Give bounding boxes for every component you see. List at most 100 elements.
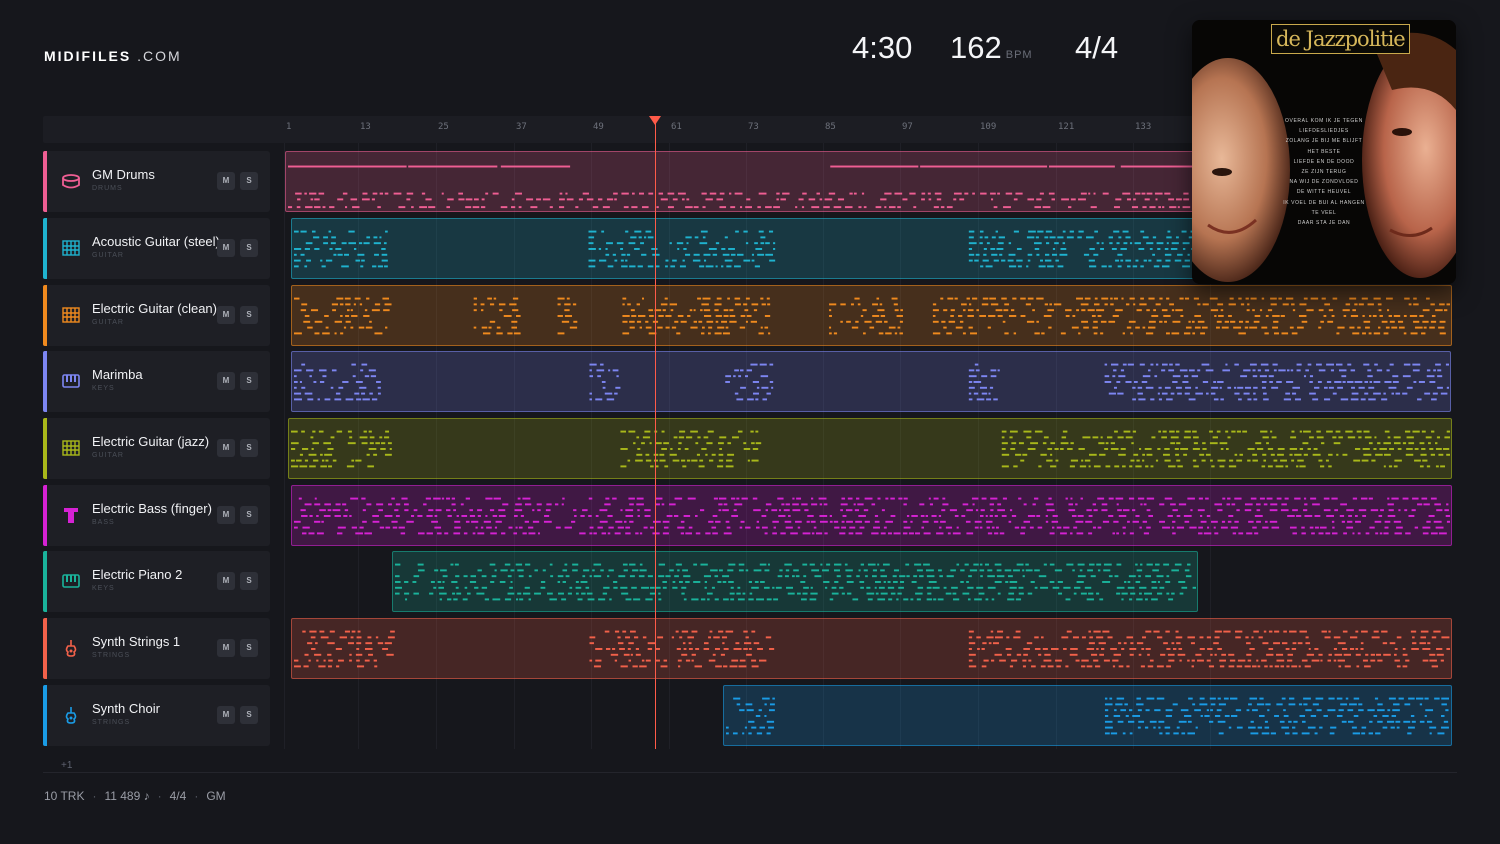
- track-category: DRUMS: [92, 185, 123, 192]
- midi-clip[interactable]: [291, 618, 1452, 679]
- mute-button[interactable]: M: [217, 439, 235, 457]
- track-category: GUITAR: [92, 252, 124, 259]
- add-track-button[interactable]: +1: [61, 760, 72, 771]
- track-category: GUITAR: [92, 452, 124, 459]
- status-footer: 10 TRK · 11 489 ♪ · 4/4 · GM: [44, 789, 226, 803]
- ruler-tick-label: 61: [671, 122, 682, 132]
- clip-notes: [725, 697, 1450, 735]
- midi-clip[interactable]: [291, 485, 1452, 546]
- track-name: Marimba: [92, 367, 143, 382]
- solo-button[interactable]: S: [240, 572, 258, 590]
- track-name: Acoustic Guitar (steel): [92, 234, 220, 249]
- album-song-title: NA WIJ DE ZONDVLOED: [1289, 179, 1359, 186]
- midi-clip[interactable]: [288, 418, 1452, 479]
- ruler-tick-label: 37: [516, 122, 527, 132]
- track-category: GUITAR: [92, 319, 124, 326]
- midi-clip[interactable]: [723, 685, 1452, 746]
- ruler-tick-label: 1: [286, 122, 292, 132]
- track-category: KEYS: [92, 385, 115, 392]
- clip-notes: [290, 430, 1451, 468]
- mute-button[interactable]: M: [217, 639, 235, 657]
- mute-button[interactable]: M: [217, 372, 235, 390]
- footer-divider: [43, 772, 1457, 773]
- grid-line: [284, 143, 285, 749]
- track-count: 10 TRK: [44, 789, 85, 803]
- album-song-title: TE VEEL: [1311, 209, 1337, 216]
- footer-separator: ·: [92, 789, 97, 803]
- solo-button[interactable]: S: [240, 639, 258, 657]
- keyboard-icon: [61, 571, 81, 591]
- guitar-fretboard-icon: [61, 238, 81, 258]
- mute-button[interactable]: M: [217, 306, 235, 324]
- track-name: Electric Bass (finger): [92, 501, 212, 516]
- track-name: Electric Guitar (clean): [92, 301, 217, 316]
- tempo-unit: BPM: [1005, 49, 1033, 61]
- clip-notes: [293, 297, 1451, 335]
- album-song-title: DAAR STA JE DAN: [1297, 220, 1351, 227]
- track-header[interactable]: Acoustic Guitar (steel) GUITAR M S: [43, 218, 270, 279]
- track-header[interactable]: Electric Piano 2 KEYS M S: [43, 551, 270, 612]
- solo-button[interactable]: S: [240, 172, 258, 190]
- clip-notes: [293, 497, 1451, 535]
- midi-clip[interactable]: [291, 285, 1452, 346]
- tempo-value: 162: [950, 30, 1002, 65]
- ruler-tick-label: 85: [825, 122, 836, 132]
- mute-button[interactable]: M: [217, 239, 235, 257]
- track-name: Synth Choir: [92, 701, 160, 716]
- midi-clip[interactable]: [392, 551, 1198, 612]
- track-color-bar: [43, 418, 47, 479]
- ruler-tick-label: 73: [748, 122, 759, 132]
- album-song-title: IK VOEL DE BUI AL HANGEN: [1283, 199, 1365, 206]
- midi-clip[interactable]: [291, 351, 1451, 412]
- track-color-bar: [43, 618, 47, 679]
- album-song-title: LIEFDE EN DE DOOD: [1293, 158, 1355, 165]
- track-color-bar: [43, 685, 47, 746]
- track-color-bar: [43, 551, 47, 612]
- solo-button[interactable]: S: [240, 506, 258, 524]
- strings-icon: [61, 638, 81, 658]
- footer-meter: 4/4: [169, 789, 187, 803]
- track-name: Synth Strings 1: [92, 634, 181, 649]
- solo-button[interactable]: S: [240, 306, 258, 324]
- mute-button[interactable]: M: [217, 506, 235, 524]
- mute-button[interactable]: M: [217, 706, 235, 724]
- drum-icon: [61, 171, 81, 191]
- album-cover: de Jazzpolitie OVERAL KOM IK JE TEGEN LIE…: [1192, 20, 1456, 284]
- brand-domain: .COM: [137, 48, 182, 64]
- mute-button[interactable]: M: [217, 172, 235, 190]
- ruler-tick-label: 25: [438, 122, 449, 132]
- bass-icon: [61, 505, 81, 525]
- playhead-line[interactable]: [655, 122, 656, 749]
- track-header[interactable]: GM Drums DRUMS M S: [43, 151, 270, 212]
- album-song-title: ZE ZIJN TERUG: [1301, 169, 1347, 176]
- track-header[interactable]: Electric Guitar (jazz) GUITAR M S: [43, 418, 270, 479]
- solo-button[interactable]: S: [240, 706, 258, 724]
- playhead-marker[interactable]: [649, 116, 661, 125]
- mute-button[interactable]: M: [217, 572, 235, 590]
- track-header[interactable]: Marimba KEYS M S: [43, 351, 270, 412]
- album-song-title: HET BESTE: [1307, 148, 1341, 155]
- album-song-title: DE WITTE HEUVEL: [1296, 189, 1352, 196]
- solo-button[interactable]: S: [240, 239, 258, 257]
- ruler-tick-label: 13: [360, 122, 371, 132]
- guitar-fretboard-icon: [61, 305, 81, 325]
- song-duration: 4:30: [852, 30, 913, 65]
- solo-button[interactable]: S: [240, 372, 258, 390]
- note-count: 11 489 ♪: [104, 789, 150, 803]
- clip-notes: [293, 630, 1451, 668]
- album-song-title: OVERAL KOM IK JE TEGEN: [1285, 118, 1363, 124]
- track-header[interactable]: Synth Choir STRINGS M S: [43, 685, 270, 746]
- ruler-tick-label: 49: [593, 122, 604, 132]
- guitar-fretboard-icon: [61, 438, 81, 458]
- track-header[interactable]: Synth Strings 1 STRINGS M S: [43, 618, 270, 679]
- track-category: STRINGS: [92, 652, 131, 659]
- track-header[interactable]: Electric Bass (finger) BASS M S: [43, 485, 270, 546]
- track-header[interactable]: Electric Guitar (clean) GUITAR M S: [43, 285, 270, 346]
- ruler-tick-label: 133: [1135, 122, 1152, 132]
- album-song-title: LIEFDESLIEDJES: [1299, 128, 1349, 135]
- album-song-title: ZOLANG JE BIJ ME BLIJFT: [1285, 138, 1363, 145]
- clip-notes: [394, 563, 1197, 601]
- track-name: Electric Piano 2: [92, 567, 183, 582]
- solo-button[interactable]: S: [240, 439, 258, 457]
- track-name: Electric Guitar (jazz): [92, 434, 210, 449]
